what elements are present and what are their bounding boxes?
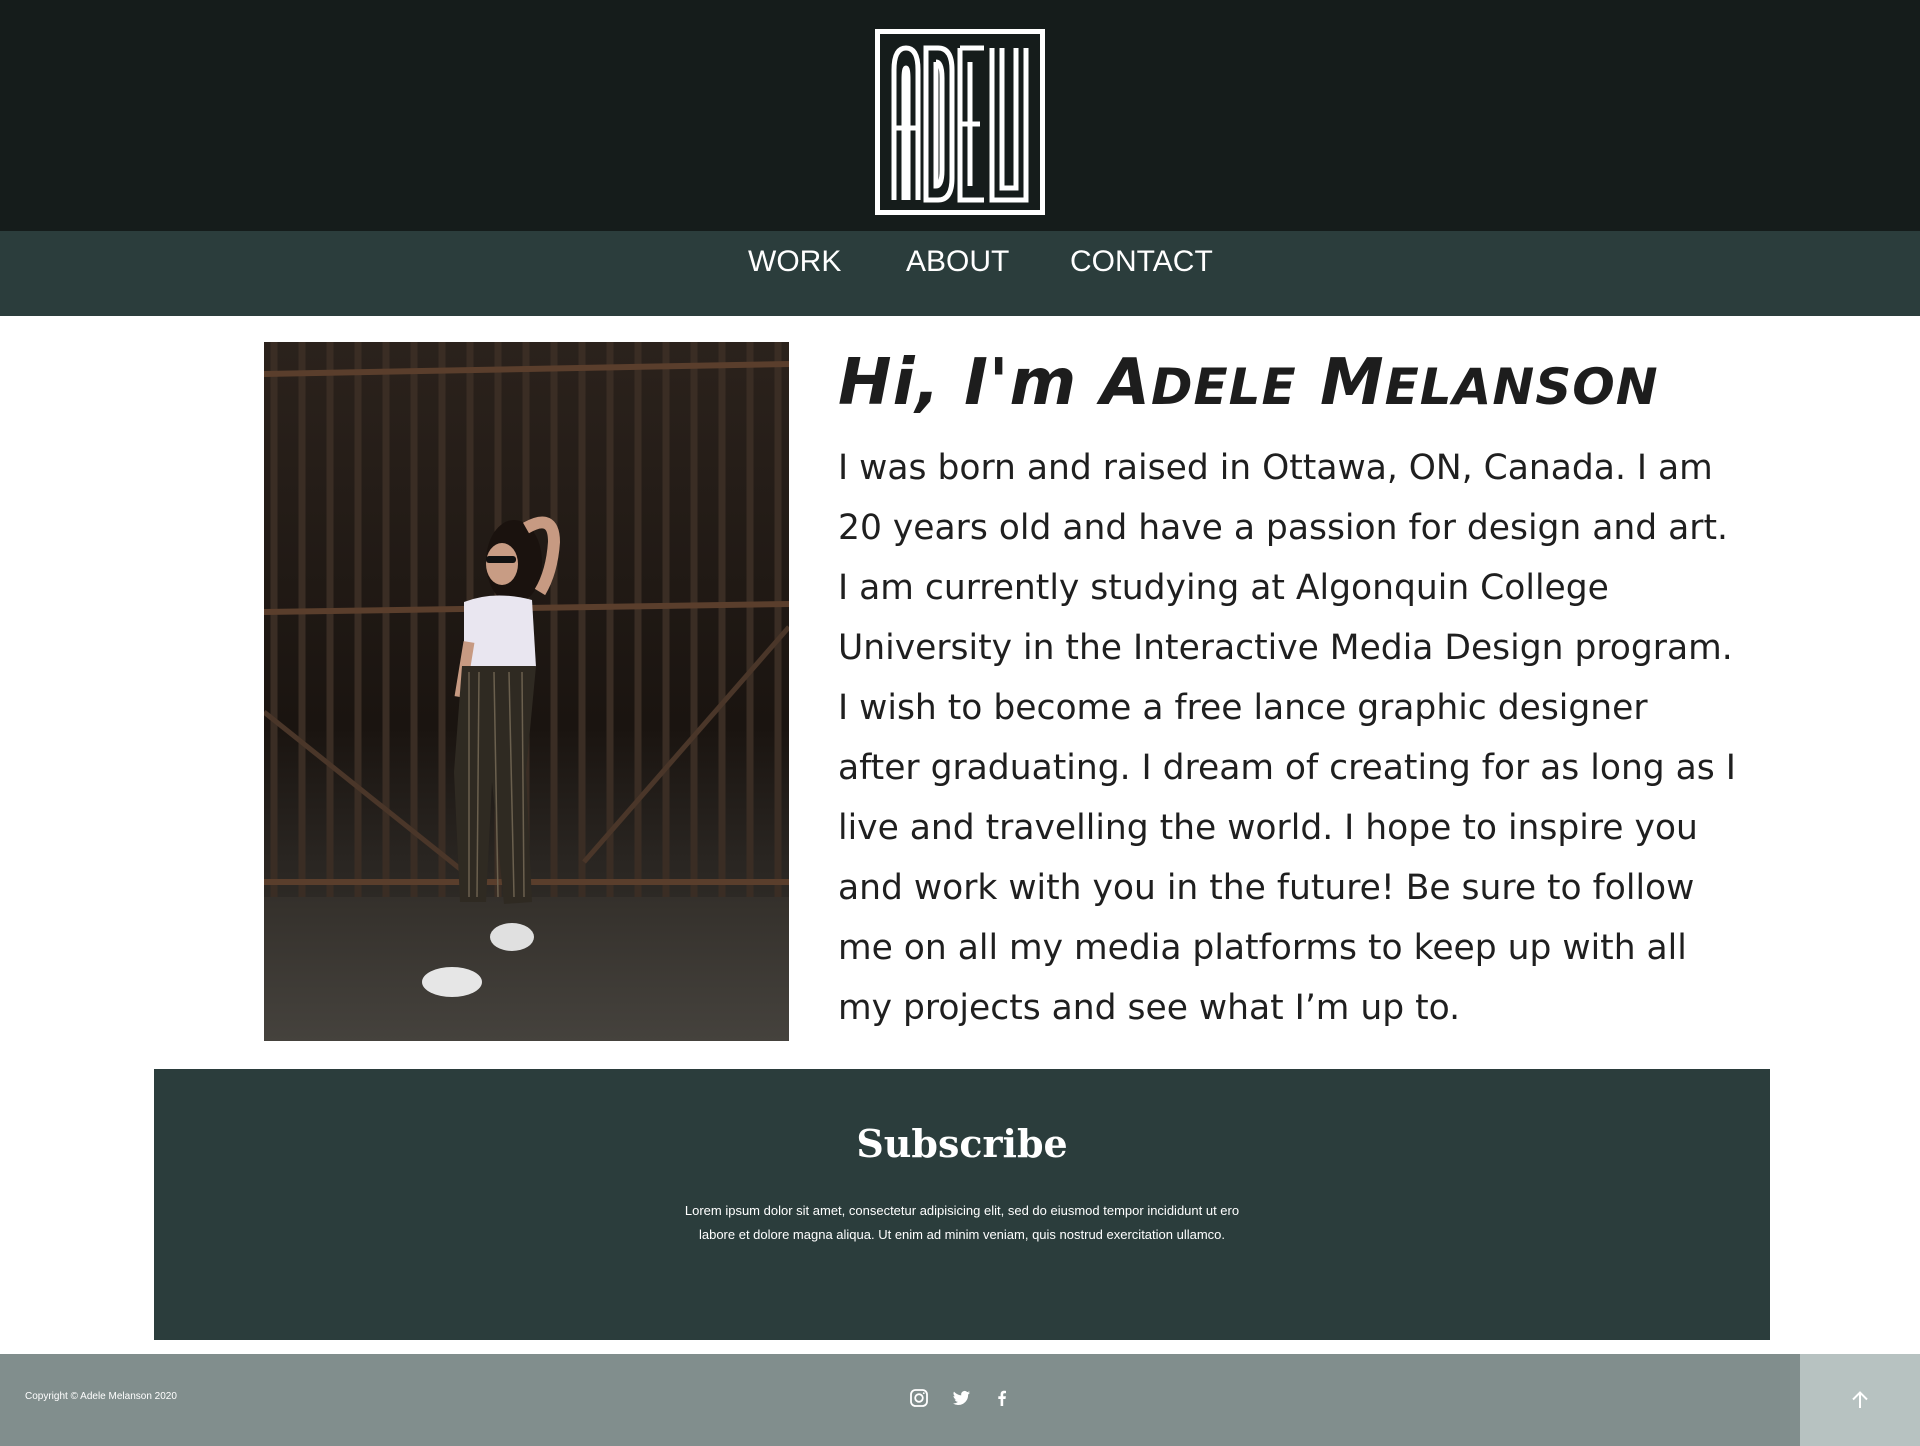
bio-line: 20 years old and have a passion for desi… <box>838 508 1728 548</box>
bio-line: I was born and raised in Ottawa, ON, Can… <box>838 448 1713 488</box>
bio-line: I wish to become a free lance graphic de… <box>838 688 1648 728</box>
main-nav: WORK ABOUT CONTACT <box>0 231 1920 316</box>
bio-line: my projects and see what I’m up to. <box>838 988 1461 1028</box>
facebook-icon[interactable] <box>990 1386 1014 1410</box>
site-header <box>0 0 1920 231</box>
title-hi: Hi, I'm <box>838 346 1101 420</box>
page-title: Hi, I'm ADELE MELANSON <box>838 340 1738 430</box>
copyright-text: Copyright © Adele Melanson 2020 <box>25 1391 177 1402</box>
back-to-top-button[interactable] <box>1800 1354 1920 1446</box>
subscribe-title: Subscribe <box>856 1121 1068 1166</box>
bio-paragraph: I was born and raised in Ottawa, ON, Can… <box>838 438 1736 1038</box>
logo-monogram <box>891 45 1029 203</box>
nav-contact[interactable]: CONTACT <box>1070 231 1213 316</box>
bio-line: live and travelling the world. I hope to… <box>838 808 1698 848</box>
title-last-initial: M <box>1319 346 1385 420</box>
title-first-rest: DELE <box>1151 358 1297 416</box>
subscribe-section: Subscribe Lorem ipsum dolor sit amet, co… <box>154 1069 1770 1340</box>
instagram-icon[interactable] <box>907 1386 931 1410</box>
profile-photo <box>264 342 789 1041</box>
bio-line: University in the Interactive Media Desi… <box>838 628 1733 668</box>
bio-line: and work with you in the future! Be sure… <box>838 868 1695 908</box>
title-first-initial: A <box>1100 346 1151 420</box>
site-footer: Copyright © Adele Melanson 2020 <box>0 1354 1800 1446</box>
bio-line: me on all my media platforms to keep up … <box>838 928 1687 968</box>
title-last-rest: ELANSON <box>1384 358 1659 416</box>
arrow-up-icon <box>1852 1391 1868 1408</box>
adele-logo[interactable] <box>875 29 1045 215</box>
nav-about[interactable]: ABOUT <box>906 231 1009 316</box>
twitter-icon[interactable] <box>949 1386 973 1410</box>
subscribe-text: Lorem ipsum dolor sit amet, consectetur … <box>684 1203 1240 1242</box>
nav-work[interactable]: WORK <box>748 231 841 316</box>
bio-line: I am currently studying at Algonquin Col… <box>838 568 1609 608</box>
bio-line: after graduating. I dream of creating fo… <box>838 748 1736 788</box>
